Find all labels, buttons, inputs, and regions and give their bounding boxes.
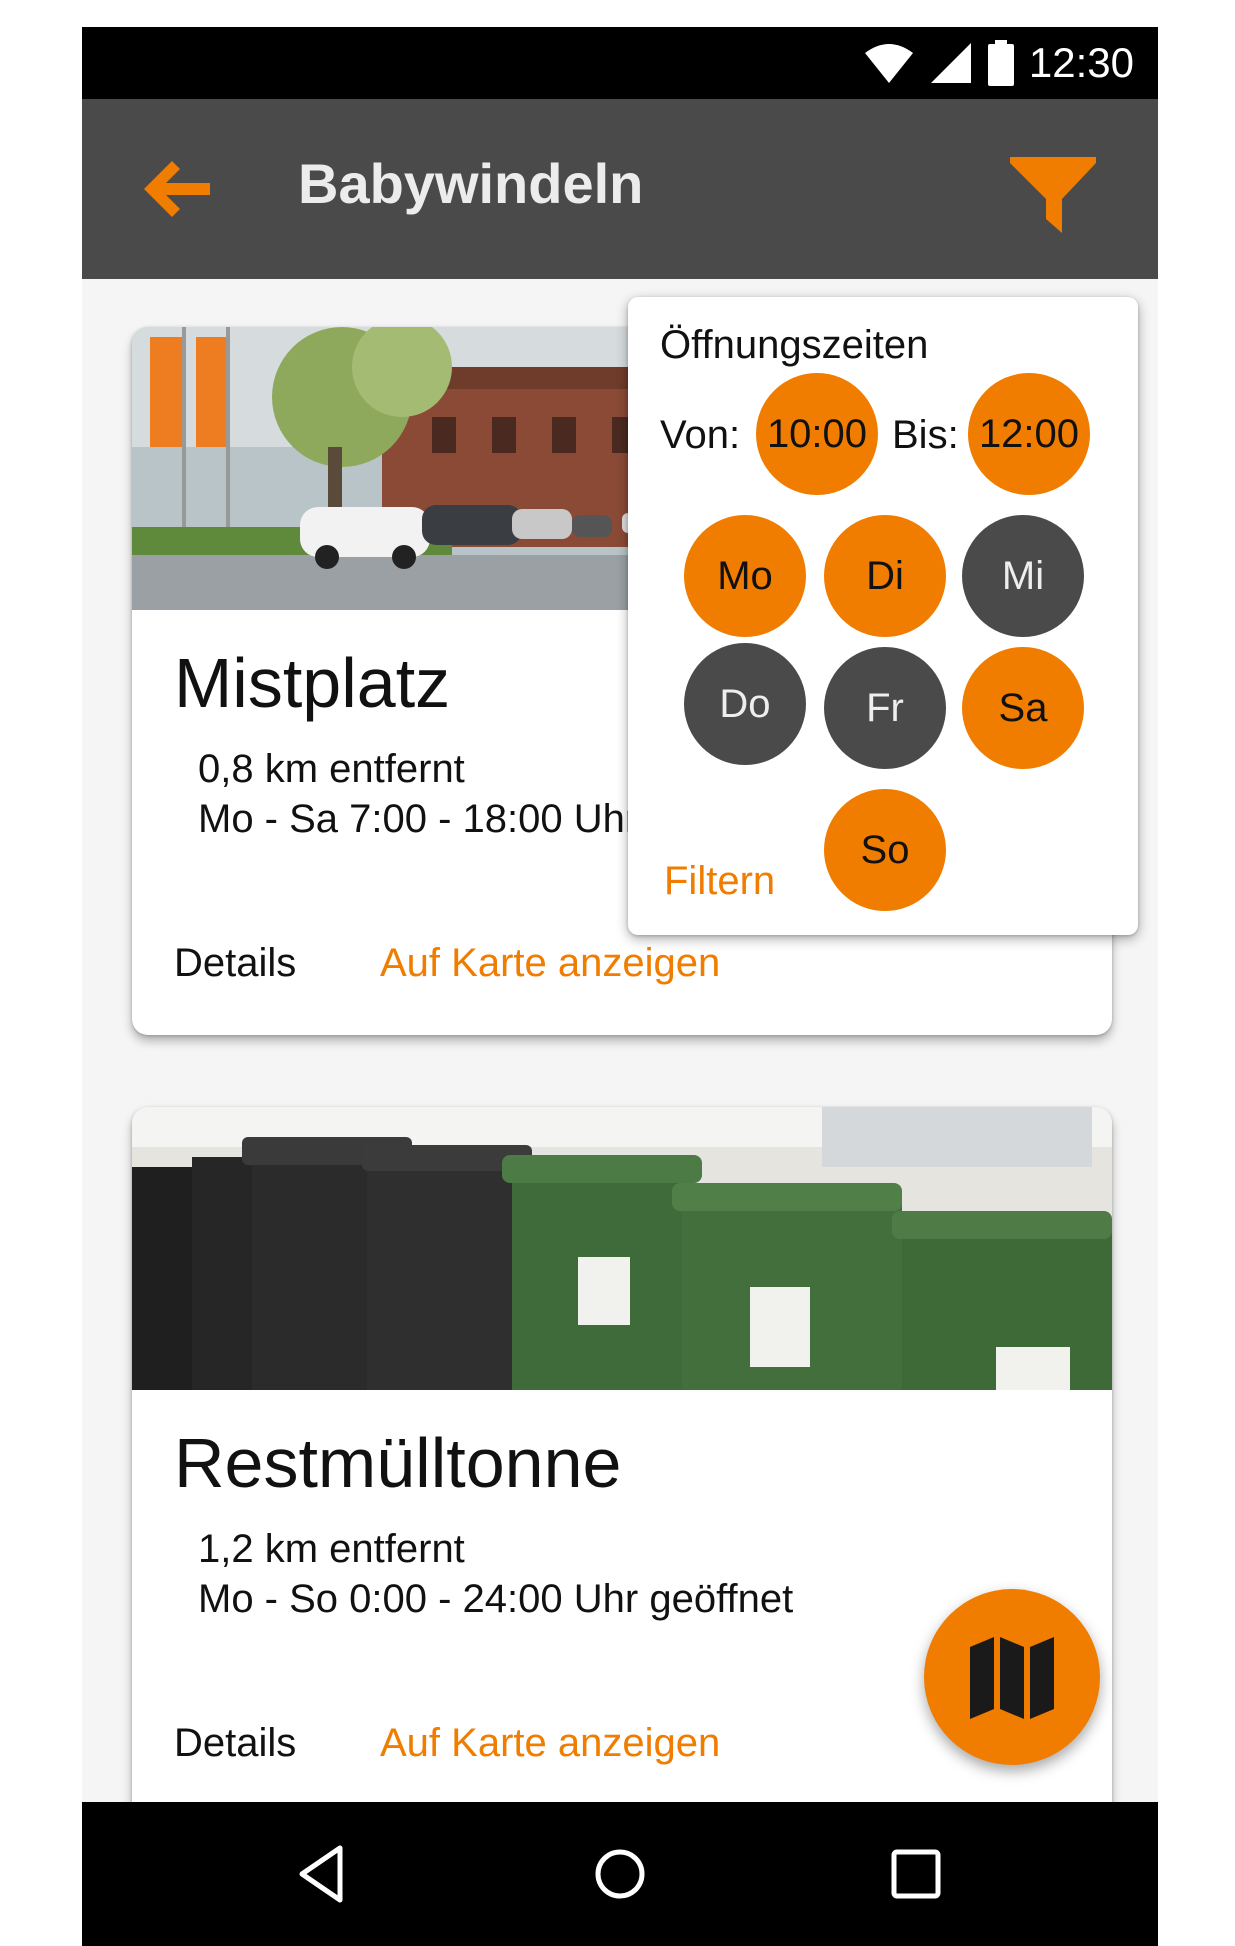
card-photo-restmuelltonne [132, 1107, 1112, 1390]
day-toggle-sa[interactable]: Sa [962, 647, 1084, 769]
app-bar: Babywindeln [82, 99, 1158, 279]
card-hours: Mo - So 0:00 - 24:00 Uhr geöffnet [198, 1577, 794, 1621]
from-label: Von: [660, 413, 741, 457]
battery-icon [987, 40, 1014, 86]
to-time-button[interactable]: 12:00 [968, 373, 1090, 495]
card-title: Mistplatz [174, 644, 451, 722]
back-triangle-icon[interactable] [288, 1838, 360, 1910]
map-fab-button[interactable] [924, 1589, 1100, 1765]
details-link[interactable]: Details [174, 941, 296, 986]
back-arrow-icon[interactable] [138, 149, 218, 229]
filter-apply-button[interactable]: Filtern [664, 859, 775, 904]
phone-screen: 12:30 Babywindeln Mistplatz 0,8 km entfe… [82, 27, 1158, 1946]
to-label: Bis: [892, 413, 959, 457]
day-toggle-fr[interactable]: Fr [824, 647, 946, 769]
map-icon [970, 1637, 1054, 1719]
popup-title: Öffnungszeiten [660, 323, 929, 367]
status-icons: 12:30 [863, 37, 1134, 89]
cell-signal-icon [930, 43, 971, 83]
opening-hours-filter-popup: Öffnungszeiten Von: 10:00 Bis: 12:00 Mo … [628, 297, 1138, 935]
card-title: Restmülltonne [174, 1424, 622, 1502]
show-on-map-link[interactable]: Auf Karte anzeigen [380, 941, 720, 986]
day-toggle-mo[interactable]: Mo [684, 515, 806, 637]
page-title: Babywindeln [298, 152, 644, 215]
day-toggle-so[interactable]: So [824, 789, 946, 911]
card-distance: 1,2 km entfernt [198, 1527, 465, 1571]
day-toggle-di[interactable]: Di [824, 515, 946, 637]
funnel-icon[interactable] [1008, 155, 1098, 235]
home-circle-icon[interactable] [584, 1838, 656, 1910]
day-toggle-mi[interactable]: Mi [962, 515, 1084, 637]
show-on-map-link[interactable]: Auf Karte anzeigen [380, 1721, 720, 1766]
wifi-icon [864, 44, 913, 83]
card-hours: Mo - Sa 7:00 - 18:00 Uhr [198, 797, 639, 841]
from-time-button[interactable]: 10:00 [756, 373, 878, 495]
location-card-restmuelltonne[interactable]: Restmülltonne 1,2 km entfernt Mo - So 0:… [132, 1107, 1112, 1867]
card-distance: 0,8 km entfernt [198, 747, 465, 791]
system-nav-bar [82, 1802, 1158, 1946]
details-link[interactable]: Details [174, 1721, 296, 1766]
status-bar: 12:30 [82, 27, 1158, 99]
recents-square-icon[interactable] [880, 1838, 952, 1910]
day-toggle-do[interactable]: Do [684, 643, 806, 765]
status-time: 12:30 [1028, 39, 1134, 86]
